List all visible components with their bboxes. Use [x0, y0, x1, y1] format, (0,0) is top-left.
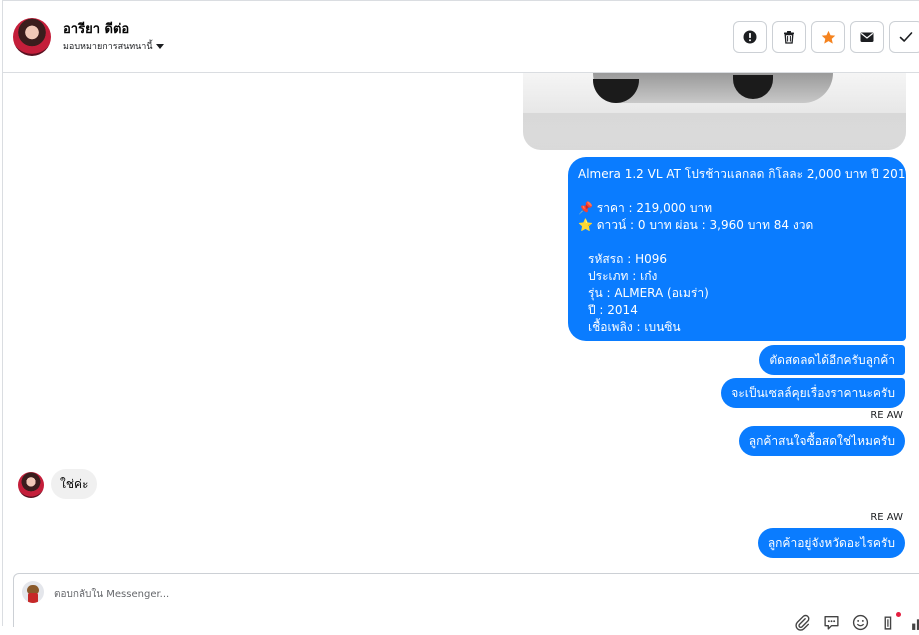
saved-replies-icon[interactable]: [823, 614, 840, 631]
listing-model: รุ่น : ALMERA (อเมร่า): [588, 286, 709, 300]
outgoing-message[interactable]: ลูกค้าสนใจซื้อสดใช่ไหมครับ: [738, 426, 905, 456]
outgoing-message[interactable]: จะเป็นเซลล์คุยเรื่องราคานะครับ: [721, 378, 905, 408]
delete-button[interactable]: [772, 21, 806, 53]
outgoing-message[interactable]: ลูกค้าอยู่จังหวัดอะไรครับ: [757, 528, 905, 558]
labels-tool[interactable]: [881, 612, 901, 631]
trash-icon: [784, 31, 794, 44]
outgoing-message[interactable]: ตัดสดลดได้อีกครับลูกค้า: [759, 345, 905, 375]
car-photo-attachment[interactable]: [523, 73, 906, 150]
sender-label: RE AW: [870, 410, 903, 421]
composer-tools: [794, 612, 919, 631]
listing-type: ประเภท : เก๋ง: [588, 269, 658, 283]
assign-label: มอบหมายการสนทนานี้: [63, 42, 153, 52]
reply-input-placeholder[interactable]: ตอบกลับใน Messenger...: [54, 587, 169, 602]
envelope-icon: [860, 32, 874, 42]
listing-code: รหัสรถ : H096: [588, 252, 667, 266]
exclamation-icon: [743, 30, 757, 44]
contact-name[interactable]: อารียา ดีต่อ: [63, 18, 129, 39]
attachment-icon[interactable]: [794, 614, 811, 631]
emoji-icon[interactable]: [852, 614, 869, 631]
floor-reflection: [523, 113, 906, 150]
caret-down-icon: [155, 43, 164, 49]
done-button[interactable]: [889, 21, 919, 53]
report-button[interactable]: [733, 21, 767, 53]
assign-conversation-dropdown[interactable]: มอบหมายการสนทนานี้: [63, 39, 164, 53]
sender-label: RE AW: [870, 512, 903, 523]
incoming-message[interactable]: ใช่ค่ะ: [51, 469, 98, 499]
reply-composer[interactable]: ตอบกลับใน Messenger...: [13, 573, 919, 631]
checkmark-icon: [899, 32, 913, 42]
bar-chart-icon[interactable]: [910, 614, 919, 631]
tag-icon: [884, 616, 892, 630]
listing-fuel: เชื้อเพลิง : เบนซิน: [588, 320, 681, 334]
listing-title: Almera 1.2 VL AT โปรช้าวแลกลด กิโลละ 2,0…: [578, 167, 914, 181]
header-actions: [733, 21, 919, 53]
listing-year: ปี : 2014: [588, 303, 638, 317]
star-button[interactable]: [811, 21, 845, 53]
star-icon: [821, 30, 835, 44]
contact-avatar-small[interactable]: [18, 472, 44, 498]
conversation-panel: อารียา ดีต่อ มอบหมายการสนทนานี้ Almera 1…: [2, 0, 919, 631]
listing-price: 📌 ราคา : 219,000 บาท: [578, 201, 713, 215]
conversation-header: อารียา ดีต่อ มอบหมายการสนทนานี้: [3, 1, 919, 73]
listing-down-payment: ⭐ ดาวน์ : 0 บาท ผ่อน : 3,960 บาท 84 งวด: [578, 218, 814, 232]
mark-unread-button[interactable]: [850, 21, 884, 53]
outgoing-listing-message[interactable]: Almera 1.2 VL AT โปรช้าวแลกลด กิโลละ 2,0…: [568, 157, 914, 341]
page-avatar: [22, 581, 44, 603]
contact-avatar[interactable]: [13, 18, 51, 56]
notification-dot: [896, 612, 901, 617]
